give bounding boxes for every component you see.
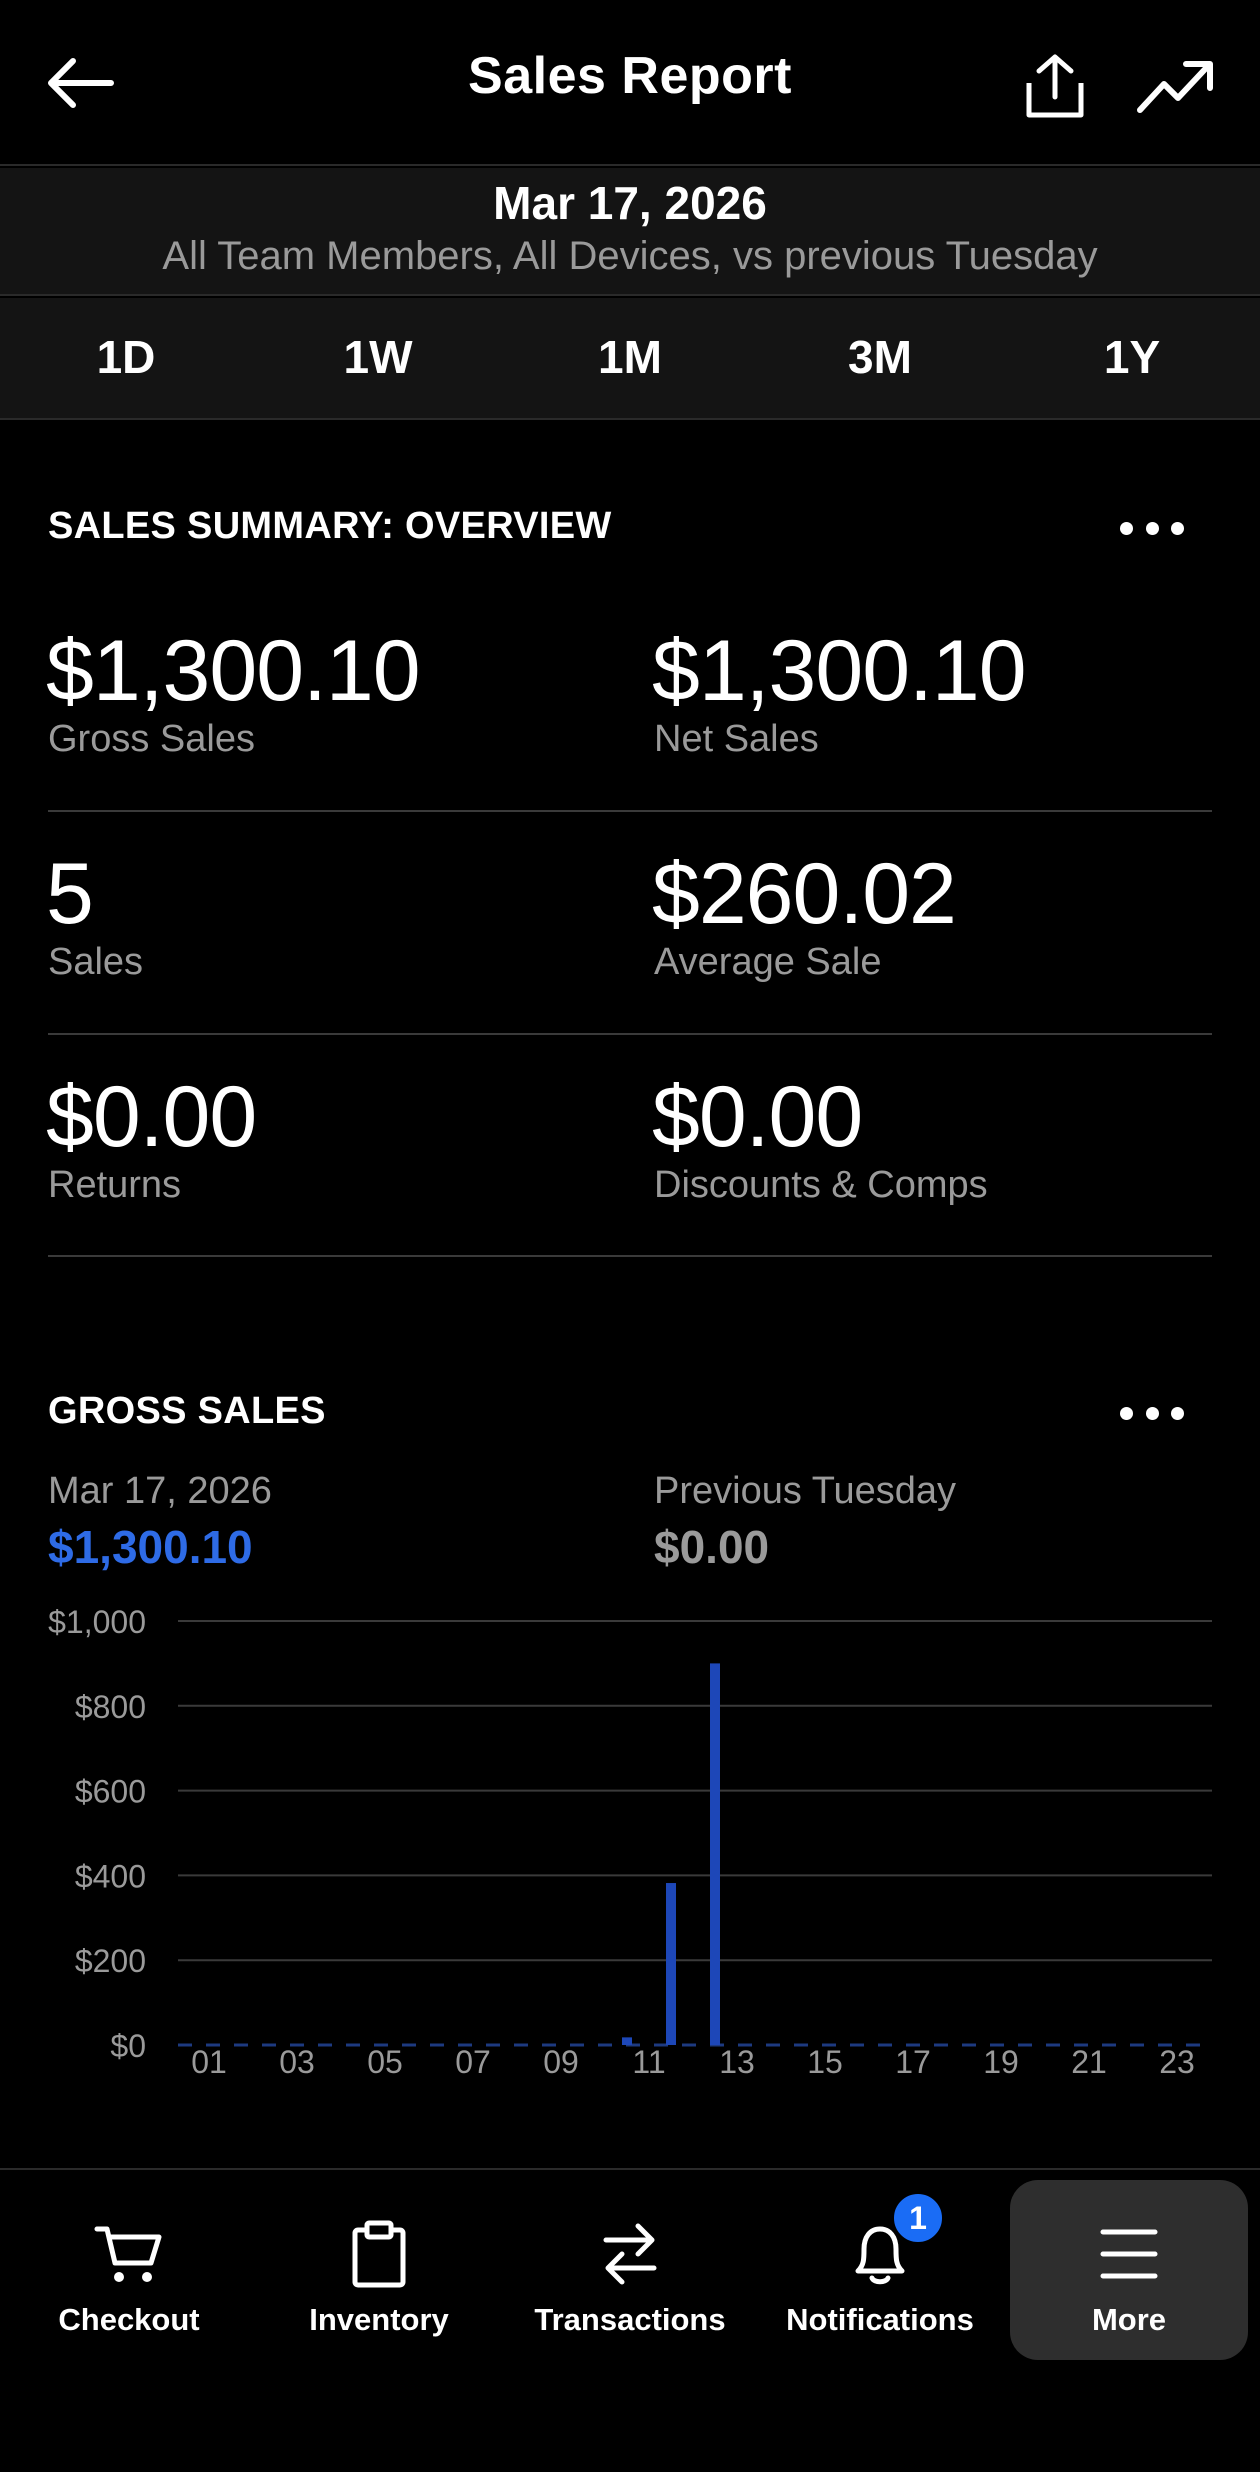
bottom-navigation: Checkout Inventory Transactions Notifica… <box>0 2168 1260 2472</box>
header: Sales Report <box>0 0 1260 166</box>
chart-x-tick-label: 23 <box>1159 2044 1195 2080</box>
chart-y-tick-label: $800 <box>75 1689 146 1725</box>
sales-count-value: 5 <box>46 846 94 942</box>
report-date: Mar 17, 2026 <box>493 177 767 229</box>
divider <box>48 1033 1212 1035</box>
nav-transactions[interactable]: Transactions <box>511 2180 749 2360</box>
hamburger-icon <box>1100 2229 1158 2279</box>
tab-1y[interactable]: 1Y <box>1052 322 1212 392</box>
nav-more-label: More <box>1091 2302 1167 2337</box>
chart-y-tick-label: $0 <box>110 2028 146 2064</box>
report-filter-summary: All Team Members, All Devices, vs previo… <box>162 234 1098 278</box>
net-sales-label: Net Sales <box>654 718 819 760</box>
chart-y-tick-label: $600 <box>75 1774 146 1810</box>
sales-summary-more-button[interactable] <box>1120 508 1184 548</box>
sales-count-label: Sales <box>48 941 144 983</box>
tab-1d[interactable]: 1D <box>46 322 206 392</box>
gross-sales-label: Gross Sales <box>48 718 255 760</box>
average-sale-label: Average Sale <box>654 941 882 983</box>
more-dot <box>1145 1406 1159 1420</box>
tab-1w[interactable]: 1W <box>298 322 458 392</box>
period-tabs: 1D 1W 1M 3M 1Y <box>0 298 1260 420</box>
chart-bar <box>666 1883 676 2045</box>
bell-icon-wrap <box>761 2216 999 2292</box>
net-sales-value: $1,300.10 <box>652 623 1027 719</box>
returns-label: Returns <box>48 1164 182 1206</box>
chart-x-tick-label: 19 <box>983 2044 1019 2080</box>
divider <box>48 810 1212 812</box>
chart-x-tick-label: 21 <box>1071 2044 1107 2080</box>
cart-icon <box>94 2226 162 2282</box>
trend-button[interactable] <box>1130 46 1220 126</box>
chart-x-tick-label: 13 <box>719 2044 755 2080</box>
more-dot <box>1145 521 1159 535</box>
chart-x-tick-label: 07 <box>455 2044 491 2080</box>
tab-1m[interactable]: 1M <box>550 322 710 392</box>
cart-icon-wrap <box>10 2216 248 2292</box>
nav-inventory[interactable]: Inventory <box>260 2180 498 2360</box>
average-sale-value: $260.02 <box>652 846 957 942</box>
swap-arrows-icon-wrap <box>511 2216 749 2292</box>
nav-checkout-label: Checkout <box>58 2302 200 2337</box>
clipboard-icon <box>352 2220 406 2288</box>
chart-y-tick-label: $200 <box>75 1943 146 1979</box>
chart-x-tick-label: 03 <box>279 2044 315 2080</box>
share-icon <box>1026 54 1084 118</box>
chart-x-tick-label: 01 <box>191 2044 227 2080</box>
more-dot <box>1120 1406 1133 1420</box>
nav-checkout[interactable]: Checkout <box>10 2180 248 2360</box>
nav-more[interactable]: More <box>1010 2180 1248 2360</box>
chart-x-tick-label: 17 <box>895 2044 931 2080</box>
tab-3m[interactable]: 3M <box>800 322 960 392</box>
chart-x-tick-label: 11 <box>632 2044 665 2080</box>
gross-sales-more-button[interactable] <box>1120 1393 1184 1433</box>
chart-bar <box>622 2037 632 2045</box>
swap-arrows-icon <box>603 2223 657 2285</box>
more-dot <box>1171 1406 1184 1420</box>
previous-period-value: $0.00 <box>654 1521 770 1573</box>
more-dot <box>1120 521 1133 535</box>
chart-x-tick-label: 15 <box>807 2044 843 2080</box>
share-button[interactable] <box>1015 46 1095 126</box>
gross-sales-title: GROSS SALES <box>48 1390 326 1432</box>
discounts-comps-value: $0.00 <box>652 1069 863 1165</box>
nav-inventory-label: Inventory <box>309 2302 449 2337</box>
date-filter-band[interactable]: Mar 17, 2026 All Team Members, All Devic… <box>0 168 1260 296</box>
chart-y-tick-label: $400 <box>75 1858 146 1894</box>
previous-period-label: Previous Tuesday <box>654 1470 957 1512</box>
sales-summary-title: SALES SUMMARY: OVERVIEW <box>48 505 612 547</box>
gross-sales-value: $1,300.10 <box>46 623 421 719</box>
current-period-label: Mar 17, 2026 <box>48 1470 272 1512</box>
returns-value: $0.00 <box>46 1069 257 1165</box>
current-period-value: $1,300.10 <box>48 1521 253 1573</box>
notifications-badge: 1 <box>890 2190 946 2246</box>
chart-y-tick-label: $1,000 <box>48 1604 146 1640</box>
hamburger-icon-wrap <box>1010 2216 1248 2292</box>
nav-notifications-label: Notifications <box>786 2302 974 2337</box>
chart-x-tick-label: 09 <box>543 2044 579 2080</box>
more-dot <box>1171 521 1184 535</box>
discounts-comps-label: Discounts & Comps <box>654 1164 988 1206</box>
gross-sales-chart[interactable]: $0 $200 $400 $600 $800 $1,000 01 03 05 07 09 11 13 15… <box>0 1585 1260 2090</box>
nav-notifications[interactable]: Notifications <box>761 2180 999 2360</box>
clipboard-icon-wrap <box>260 2216 498 2292</box>
nav-transactions-label: Transactions <box>534 2302 726 2337</box>
divider <box>48 1255 1212 1257</box>
trending-up-icon <box>1137 61 1213 113</box>
chart-x-tick-label: 05 <box>367 2044 403 2080</box>
chart-bar <box>710 1663 720 2045</box>
